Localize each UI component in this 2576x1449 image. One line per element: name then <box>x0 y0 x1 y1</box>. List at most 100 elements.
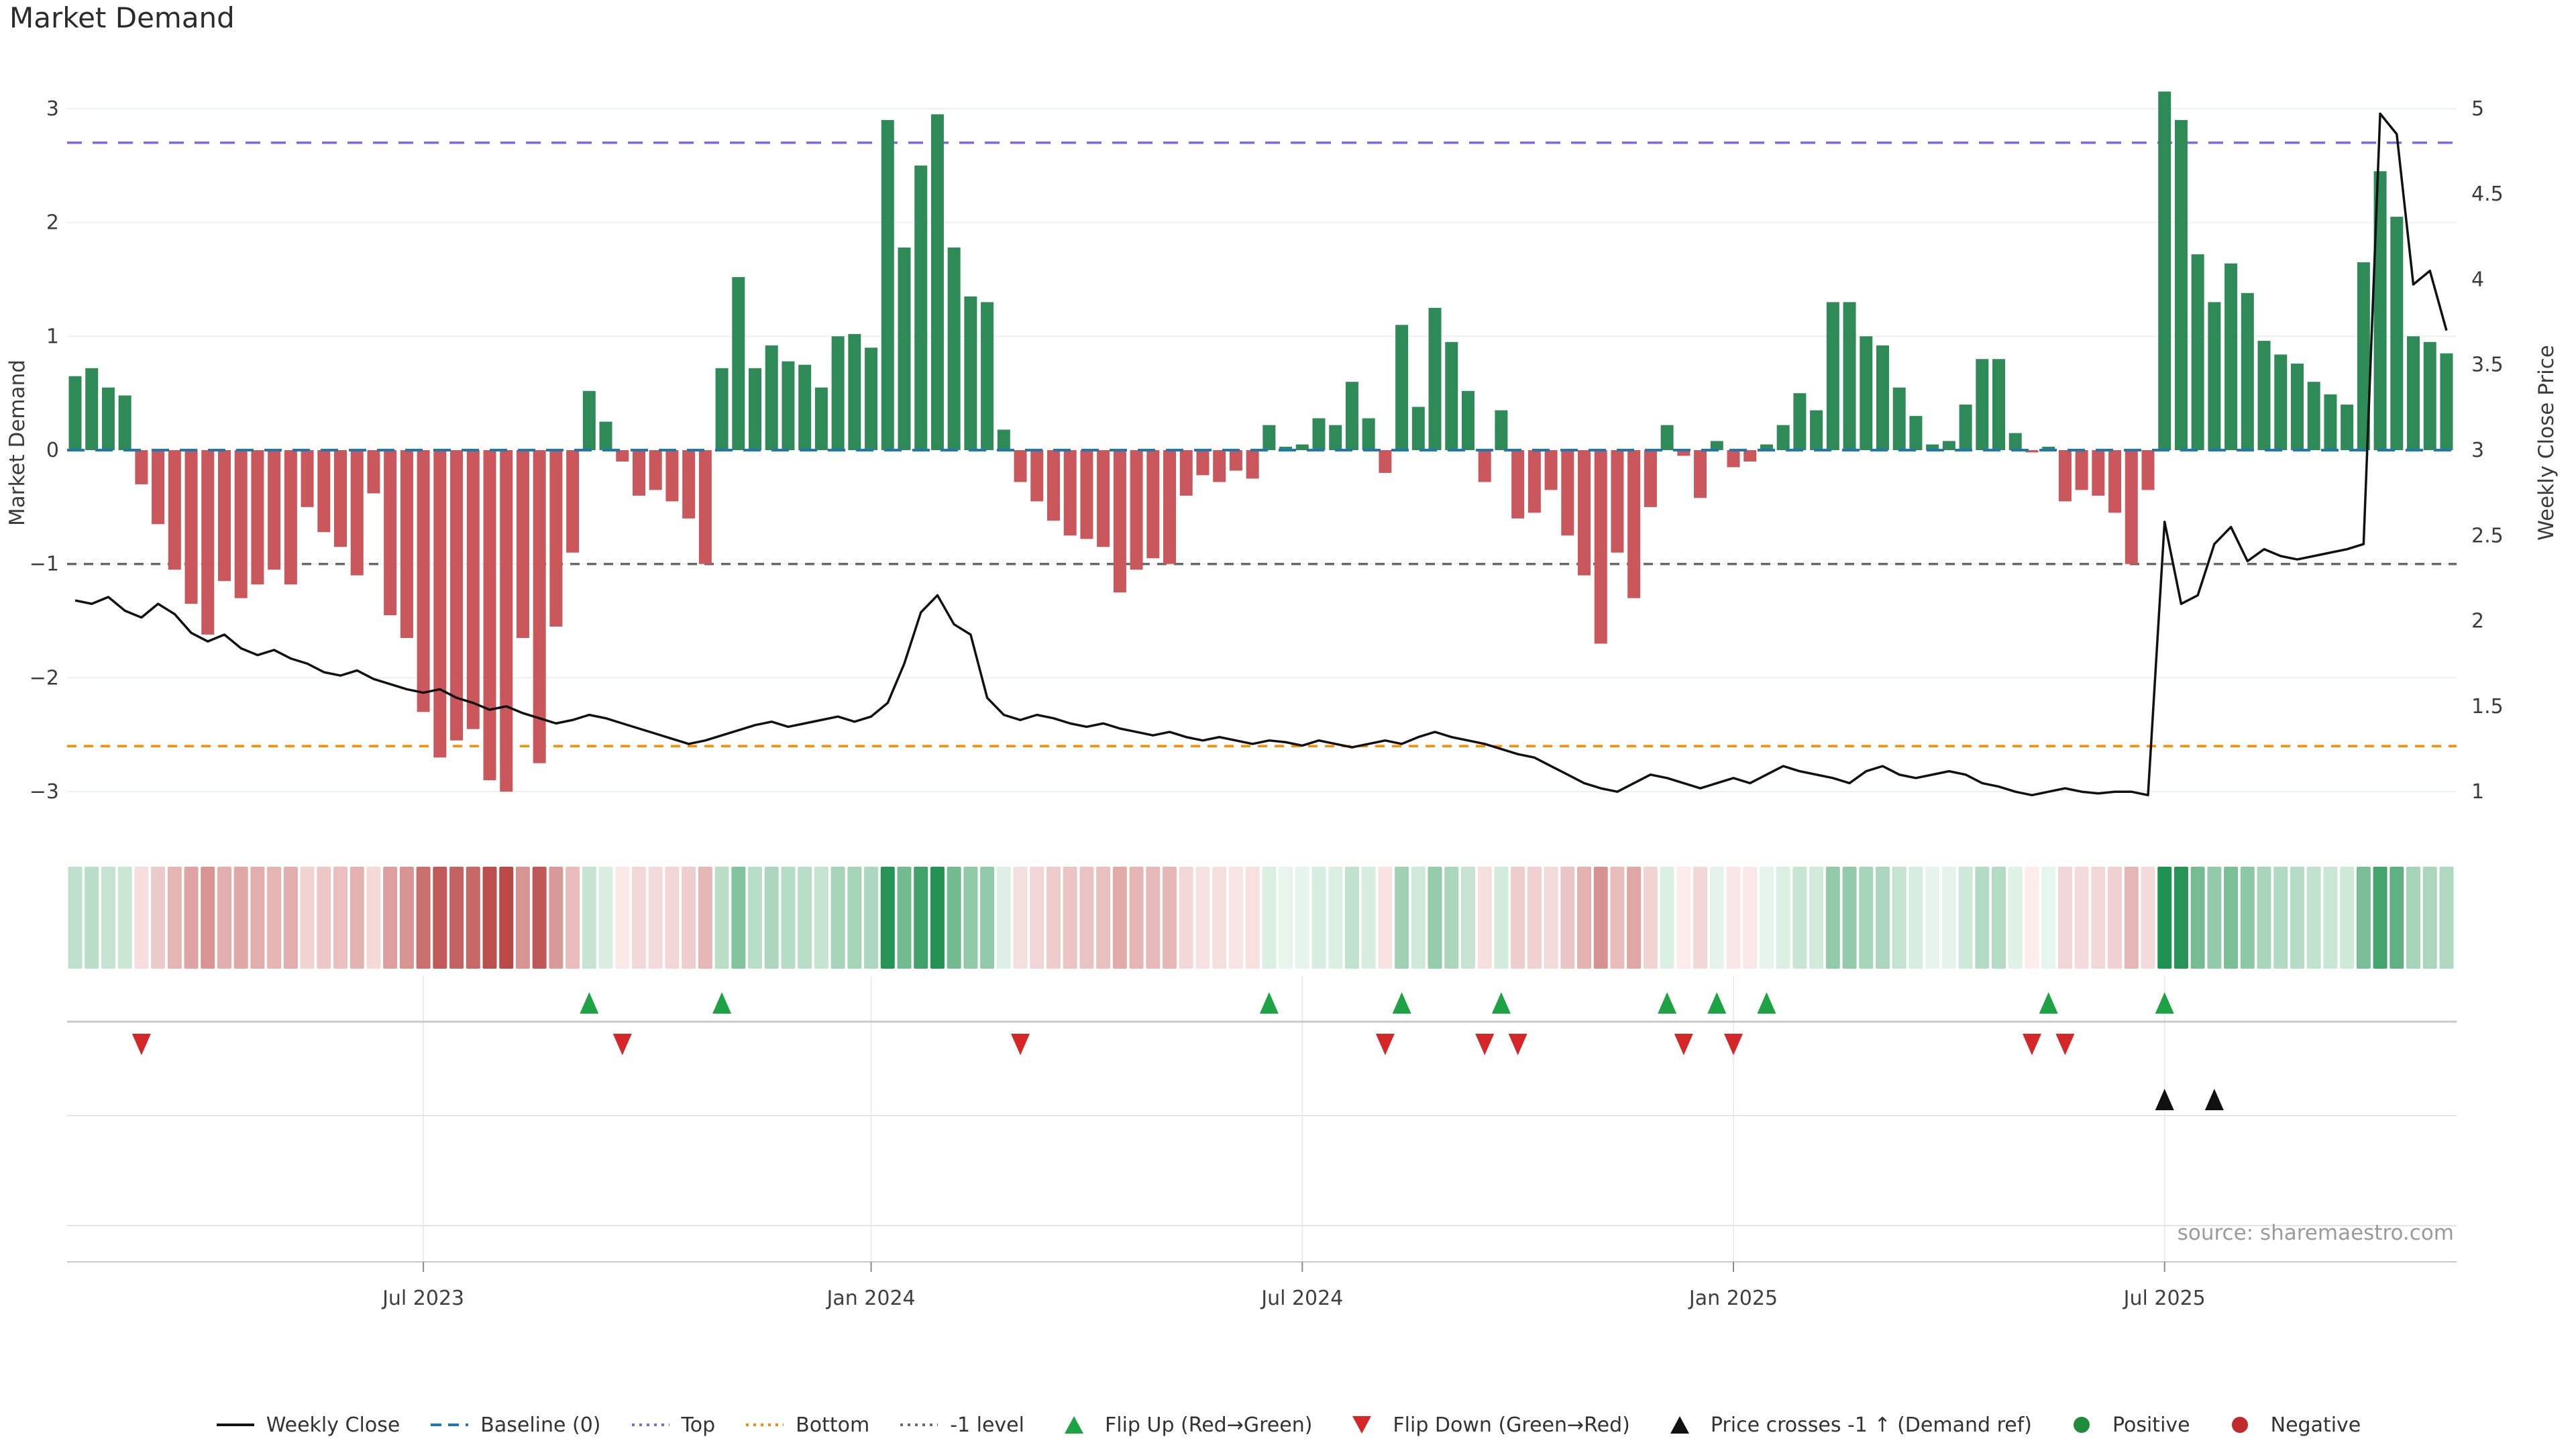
demand-bar <box>765 345 778 450</box>
heatmap-cell <box>881 867 895 969</box>
demand-bar <box>235 450 248 598</box>
legend-item: Top <box>631 1413 716 1437</box>
heatmap-cell <box>383 867 397 969</box>
heatmap-cell <box>1461 867 1475 969</box>
heatmap-cell <box>1610 867 1624 969</box>
right-tick-label: 2 <box>2471 610 2484 633</box>
heatmap-cell <box>698 867 712 969</box>
right-tick-label: 5 <box>2471 97 2484 121</box>
demand-bar <box>1743 450 1756 462</box>
legend-label: Price crosses -1 ↑ (Demand ref) <box>1711 1413 2032 1437</box>
heatmap-cell <box>1229 867 1243 969</box>
demand-bar <box>600 422 612 450</box>
demand-bar <box>417 450 430 712</box>
legend-item: Flip Up (Red→Green) <box>1054 1413 1312 1437</box>
right-tick-label: 2.5 <box>2471 524 2504 547</box>
heatmap-cell <box>366 867 380 969</box>
demand-bar <box>1246 450 1259 478</box>
x-tick-label: Jan 2025 <box>1688 1287 1778 1310</box>
heatmap-cell <box>2025 867 2039 969</box>
heatmap-cell <box>2290 867 2304 969</box>
heatmap-cell <box>1925 867 1939 969</box>
heatmap-cell <box>1279 867 1293 969</box>
heatmap-cell <box>1130 867 1144 969</box>
demand-bar <box>881 120 894 450</box>
flip-down-triangle-icon <box>2023 1034 2041 1055</box>
flip-up-triangle-icon <box>1707 992 1726 1014</box>
flip-down-triangle-icon <box>613 1034 632 1055</box>
heatmap-cell <box>1328 867 1342 969</box>
legend-label: -1 level <box>950 1413 1024 1437</box>
left-axis-ticks: 3210−1−2−3 <box>30 97 59 804</box>
heatmap-cell <box>847 867 861 969</box>
heatmap-cell <box>400 867 414 969</box>
demand-bar <box>1362 418 1375 450</box>
legend-label: Flip Up (Red→Green) <box>1105 1413 1312 1437</box>
demand-bar <box>1943 441 1955 450</box>
flip-down-triangle-icon <box>1724 1034 1743 1055</box>
flip-up-triangle-icon <box>2155 992 2174 1014</box>
right-tick-label: 4.5 <box>2471 182 2504 206</box>
demand-bar <box>2224 264 2237 450</box>
demand-bar <box>1843 302 1856 450</box>
heatmap-cell <box>582 867 596 969</box>
heatmap-cell <box>333 867 347 969</box>
demand-bar <box>251 450 264 584</box>
heatmap-cell <box>1959 867 1973 969</box>
demand-bar <box>2274 354 2287 450</box>
heatmap-cell <box>997 867 1011 969</box>
demand-bar <box>2208 302 2220 450</box>
demand-bar <box>1511 450 1524 519</box>
legend-label: Top <box>682 1413 716 1437</box>
demand-bar <box>1080 450 1093 539</box>
demand-bar <box>798 365 811 450</box>
heatmap-cell <box>1444 867 1458 969</box>
heatmap-cell <box>267 867 281 969</box>
demand-bar <box>2407 336 2420 450</box>
demand-bar <box>1163 450 1176 564</box>
heatmap-cell <box>1246 867 1260 969</box>
demand-bar <box>1412 407 1425 450</box>
heatmap-cell <box>1362 867 1376 969</box>
demand-bar <box>2125 450 2138 564</box>
heatmap-cell <box>731 867 745 969</box>
legend-tri-up-swatch-icon <box>1660 1413 1700 1437</box>
demand-bar <box>1627 450 1640 598</box>
heatmap-cell <box>781 867 795 969</box>
price-cross-markers <box>2155 1089 2224 1110</box>
heatmap-cell <box>184 867 199 969</box>
demand-bar <box>119 396 131 450</box>
heatmap-cell <box>864 867 878 969</box>
legend-item: Baseline (0) <box>429 1413 600 1437</box>
heatmap-cell <box>1727 867 1741 969</box>
demand-bar <box>865 347 877 450</box>
marker-panel-gridlines <box>67 976 2457 1262</box>
heatmap-cell <box>2406 867 2420 969</box>
heatmap-cell <box>1892 867 1907 969</box>
demand-bar <box>2324 394 2337 450</box>
demand-bar <box>1976 359 1988 450</box>
legend-label: Negative <box>2271 1413 2361 1437</box>
chart-legend: Weekly CloseBaseline (0)TopBottom-1 leve… <box>0 1413 2576 1437</box>
demand-bar <box>85 368 98 450</box>
demand-bar <box>135 450 148 484</box>
heatmap-cell <box>1511 867 1525 969</box>
heatmap-cell <box>1046 867 1061 969</box>
legend-marker-icon <box>1670 1416 1689 1434</box>
demand-bar <box>1114 450 1126 592</box>
flip-up-triangle-icon <box>1492 992 1511 1014</box>
demand-bar <box>218 450 231 581</box>
heatmap-cell <box>1494 867 1508 969</box>
demand-bar <box>848 334 861 450</box>
demand-bar <box>168 450 181 570</box>
heatmap-cell <box>1909 867 1923 969</box>
x-axis: Jul 2023Jan 2024Jul 2024Jan 2025Jul 2025 <box>67 1262 2457 1310</box>
heatmap-cell <box>499 867 513 969</box>
demand-bar <box>1727 450 1740 467</box>
heatmap-cell <box>533 867 547 969</box>
heatmap-cell <box>85 867 99 969</box>
demand-bar <box>433 450 446 757</box>
demand-bar <box>2175 120 2188 450</box>
legend-dotted-swatch-icon <box>631 1413 671 1437</box>
heatmap-cell <box>284 867 298 969</box>
